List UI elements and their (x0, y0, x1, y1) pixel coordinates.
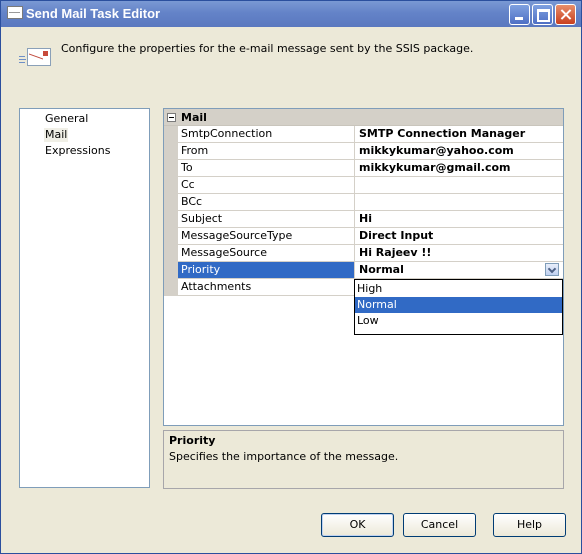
property-name: To (178, 160, 355, 176)
property-value[interactable] (356, 177, 563, 193)
property-grid: Mail SmtpConnection SMTP Connection Mana… (163, 108, 564, 426)
property-row-bcc[interactable]: BCc (178, 194, 563, 211)
property-name: MessageSourceType (178, 228, 355, 244)
property-name: Priority (178, 262, 355, 278)
property-row-messagesourcetype[interactable]: MessageSourceType Direct Input (178, 228, 563, 245)
property-value[interactable] (356, 194, 563, 210)
nav-item-expressions[interactable]: Expressions (44, 144, 111, 158)
help-button[interactable]: Help (493, 513, 566, 537)
property-value[interactable]: SMTP Connection Manager (356, 126, 563, 142)
grid-margin (164, 126, 178, 296)
property-name: Cc (178, 177, 355, 193)
category-row-mail[interactable]: Mail (164, 109, 563, 126)
close-icon[interactable] (555, 4, 576, 25)
property-value[interactable]: Hi Rajeev !! (356, 245, 563, 261)
property-value[interactable]: Direct Input (356, 228, 563, 244)
priority-dropdown-list[interactable]: High Normal Low (354, 279, 563, 335)
property-value[interactable]: Hi (356, 211, 563, 227)
title-bar[interactable]: Send Mail Task Editor (1, 1, 581, 27)
property-row-subject[interactable]: Subject Hi (178, 211, 563, 228)
motion-line (19, 62, 25, 63)
dropdown-option-high[interactable]: High (355, 281, 562, 297)
category-label: Mail (181, 111, 207, 124)
maximize-icon[interactable] (532, 4, 553, 25)
cancel-button[interactable]: Cancel (403, 513, 476, 537)
mail-envelope-icon (19, 48, 51, 70)
property-name: Attachments (178, 279, 355, 295)
property-row-messagesource[interactable]: MessageSource Hi Rajeev !! (178, 245, 563, 262)
property-row-from[interactable]: From mikkykumar@yahoo.com (178, 143, 563, 160)
window-icon (7, 6, 23, 19)
property-name: MessageSource (178, 245, 355, 261)
header-description: Configure the properties for the e-mail … (61, 42, 474, 55)
dropdown-option-low[interactable]: Low (355, 313, 562, 329)
property-value[interactable]: mikkykumar@gmail.com (356, 160, 563, 176)
description-panel: Priority Specifies the importance of the… (163, 430, 564, 489)
property-row-priority[interactable]: Priority Normal (178, 262, 563, 279)
nav-item-mail[interactable]: Mail (44, 128, 69, 142)
window-title: Send Mail Task Editor (26, 6, 161, 21)
chevron-down-icon[interactable] (545, 263, 559, 276)
description-title: Priority (169, 434, 216, 447)
property-value[interactable]: mikkykumar@yahoo.com (356, 143, 563, 159)
page-list: General Mail Expressions (19, 108, 150, 488)
property-name: SmtpConnection (178, 126, 355, 142)
property-row-to[interactable]: To mikkykumar@gmail.com (178, 160, 563, 177)
nav-item-general[interactable]: General (44, 112, 89, 126)
dialog-window: Send Mail Task Editor Configure the prop… (0, 0, 582, 554)
motion-line (19, 59, 26, 60)
property-name: Subject (178, 211, 355, 227)
property-row-cc[interactable]: Cc (178, 177, 563, 194)
minimize-icon[interactable] (509, 4, 530, 25)
description-text: Specifies the importance of the message. (169, 450, 399, 463)
envelope-shape (27, 48, 51, 66)
ok-button[interactable]: OK (321, 513, 394, 537)
motion-line (19, 56, 25, 57)
dropdown-option-normal[interactable]: Normal (355, 297, 562, 313)
property-row-smtpconnection[interactable]: SmtpConnection SMTP Connection Manager (178, 126, 563, 143)
collapse-icon[interactable] (167, 113, 176, 122)
property-name: BCc (178, 194, 355, 210)
property-name: From (178, 143, 355, 159)
property-value[interactable]: Normal (356, 262, 563, 278)
